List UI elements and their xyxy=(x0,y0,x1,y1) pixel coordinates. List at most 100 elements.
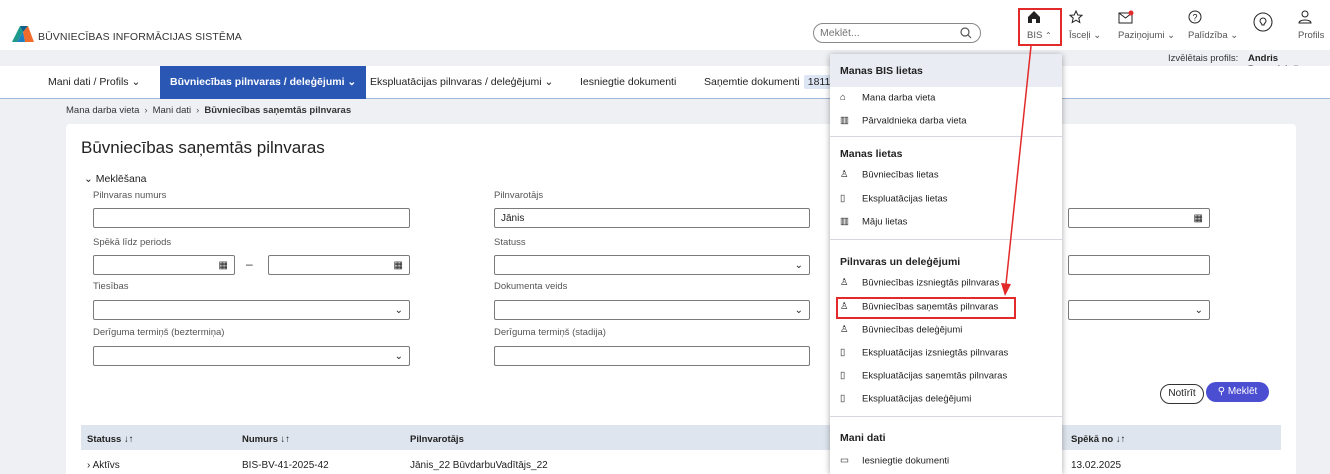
nav-sanemtie-dokumenti[interactable]: Saņemtie dokumenti 1811 xyxy=(694,66,844,99)
chevron-down-icon: ⌄ xyxy=(394,351,403,362)
chevron-right-icon[interactable]: › xyxy=(87,460,90,471)
dokumenta-veids-label: Dokumenta veids xyxy=(494,281,568,292)
content-card xyxy=(66,124,1296,474)
nav-iesniegtie-dokumenti[interactable]: Iesniegtie dokumenti xyxy=(570,66,686,99)
speka-lidz-from-input[interactable]: ▦ xyxy=(93,255,235,275)
building-icon: ▯ xyxy=(840,193,846,204)
table-row[interactable]: › Aktīvs BIS-BV-41-2025-42 Jānis_22 Būvd… xyxy=(81,452,1281,474)
nav-mani-dati[interactable]: Mani dati / Profils ⌄ xyxy=(38,66,150,99)
menu-item-ekspluatacijas-sanemtas[interactable]: ▯ Ekspluatācijas saņemtās pilnvaras xyxy=(840,369,1007,383)
calendar-icon[interactable]: ▦ xyxy=(1194,213,1203,224)
calendar-icon[interactable]: ▦ xyxy=(219,260,228,271)
breadcrumb-item[interactable]: Mani dati xyxy=(153,105,192,116)
menu-divider xyxy=(830,239,1062,240)
deriguma-beztermina-select[interactable]: ⌄ xyxy=(93,346,410,366)
main-nav: Mani dati / Profils ⌄ Būvniecības pilnva… xyxy=(0,66,1330,99)
notifications-button[interactable]: Paziņojumi ⌄ xyxy=(1118,10,1175,41)
search-input[interactable] xyxy=(820,26,960,40)
col-speka-no[interactable]: Spēkā no ↓↑ xyxy=(1071,434,1125,445)
table-header: Statuss ↓↑ Numurs ↓↑ Pilnvarotājs Spēkā … xyxy=(81,425,1281,450)
shortcuts-button[interactable]: Īsceļi ⌄ xyxy=(1068,9,1101,41)
profile-strip: Izvēlētais profils: Andris Paraudziņš xyxy=(0,50,1330,75)
menu-divider xyxy=(830,136,1062,137)
notifications-label: Paziņojumi xyxy=(1118,30,1165,41)
nav-buvniecibas-pilnvaras[interactable]: Būvniecības pilnvaras / deleģējumi ⌄ xyxy=(160,66,367,99)
dokumenta-veids-select[interactable]: ⌄ xyxy=(494,300,810,320)
menu-item-parvaldnieka-darba-vieta[interactable]: ▥ Pārvaldnieka darba vieta xyxy=(840,114,967,128)
search-icon: ⚲ xyxy=(1217,386,1226,397)
profile-button[interactable]: Profils xyxy=(1298,10,1324,41)
speka-lidz-to-input[interactable]: ▦ xyxy=(268,255,410,275)
profile-icon xyxy=(1298,10,1312,24)
chevron-down-icon: ⌄ xyxy=(394,305,403,316)
menu-item-buvniecibas-lietas[interactable]: ♙ Būvniecības lietas xyxy=(840,168,939,182)
chevron-down-icon: ⌄ xyxy=(794,260,803,271)
profile-label: Profils xyxy=(1298,30,1325,41)
breadcrumb-item[interactable]: Mana darba vieta xyxy=(66,105,139,116)
folder-icon: ▭ xyxy=(840,455,849,466)
tiesibas-label: Tiesības xyxy=(93,281,129,292)
building-icon: ▯ xyxy=(840,393,846,404)
search-icon[interactable] xyxy=(960,27,972,39)
chevron-down-icon: ⌄ xyxy=(1230,30,1239,41)
chevron-down-icon: ⌄ xyxy=(1093,30,1102,41)
menu-item-ekspluatacijas-izsniegtas[interactable]: ▯ Ekspluatācijas izsniegtās pilnvaras xyxy=(840,346,1008,360)
buildings-icon: ▥ xyxy=(840,216,849,227)
date-input[interactable]: ▦ xyxy=(1068,208,1210,228)
range-dash: – xyxy=(246,257,253,271)
menu-item-buvniecibas-izsniegtas[interactable]: ♙ Būvniecības izsniegtās pilnvaras xyxy=(840,276,999,290)
pilnvarotajs-label: Pilnvarotājs xyxy=(494,190,544,201)
bis-dropdown-menu: Manas BIS lietas ⌂ Mana darba vieta ▥ Pārv… xyxy=(830,54,1062,474)
help-button[interactable]: ? Palīdzība ⌄ xyxy=(1188,10,1238,41)
building-icon: ▯ xyxy=(840,370,846,381)
statuss-select[interactable]: ⌄ xyxy=(494,255,810,275)
deriguma-stadija-input[interactable] xyxy=(494,346,810,366)
extra-input[interactable] xyxy=(1068,255,1210,275)
search-section-toggle[interactable]: ⌄ Meklēšana xyxy=(84,173,147,185)
pilnvarotajs-input[interactable]: Jānis xyxy=(494,208,810,228)
page-title: Būvniecības saņemtās pilnvaras xyxy=(81,138,325,157)
calendar-icon[interactable]: ▦ xyxy=(394,260,403,271)
chevron-down-icon: ⌄ xyxy=(131,76,141,88)
selected-item-highlight xyxy=(836,297,1016,319)
menu-divider xyxy=(830,416,1062,417)
top-bar: BŪVNIECĪBAS INFORMĀCIJAS SISTĒMA BIS ⌃ Ī… xyxy=(0,0,1330,50)
star-icon xyxy=(1068,9,1084,24)
pilnvaras-numurs-label: Pilnvaras numurs xyxy=(93,190,167,201)
nav-ekspluatacijas-pilnvaras[interactable]: Ekspluatācijas pilnvaras / deleģējumi ⌄ xyxy=(360,66,563,99)
search-button[interactable]: ⚲ Meklēt xyxy=(1206,382,1269,402)
pilnvaras-numurs-input[interactable] xyxy=(93,208,410,228)
bis-highlight-box xyxy=(1018,8,1062,46)
ideas-button[interactable] xyxy=(1253,12,1273,35)
menu-section-mani-dati: Mani dati xyxy=(840,432,886,444)
row-statuss[interactable]: › Aktīvs xyxy=(87,460,120,471)
tiesibas-select[interactable]: ⌄ xyxy=(93,300,410,320)
profile-label-text: Izvēlētais profils: xyxy=(1168,53,1239,64)
col-statuss[interactable]: Statuss ↓↑ xyxy=(87,434,133,445)
col-pilnvarotajs: Pilnvarotājs xyxy=(410,434,464,445)
menu-item-iesniegtie-dokumenti[interactable]: ▭ Iesniegtie dokumenti xyxy=(840,454,949,468)
chevron-down-icon: ⌄ xyxy=(84,173,93,185)
clear-button[interactable]: Notīrīt xyxy=(1160,384,1204,404)
logo-text[interactable]: BŪVNIECĪBAS INFORMĀCIJAS SISTĒMA xyxy=(38,31,242,43)
menu-item-mana-darba-vieta[interactable]: ⌂ Mana darba vieta xyxy=(840,91,935,105)
menu-item-ekspluatacijas-lietas[interactable]: ▯ Ekspluatācijas lietas xyxy=(840,192,948,206)
chevron-down-icon: ⌄ xyxy=(347,76,357,88)
search-box[interactable] xyxy=(813,23,981,43)
menu-item-buvniecibas-delegejumi[interactable]: ♙ Būvniecības deleģējumi xyxy=(840,323,962,337)
buildings-icon: ▥ xyxy=(840,115,849,126)
building-icon: ▯ xyxy=(840,347,846,358)
chevron-down-icon: ⌄ xyxy=(1167,30,1176,41)
speka-lidz-label: Spēkā līdz periods xyxy=(93,237,172,248)
menu-item-maju-lietas[interactable]: ▥ Māju lietas xyxy=(840,215,907,229)
bis-logo-icon[interactable] xyxy=(12,26,34,42)
menu-item-ekspluatacijas-delegejumi[interactable]: ▯ Ekspluatācijas deleģējumi xyxy=(840,392,971,406)
mail-icon xyxy=(1118,10,1134,24)
breadcrumb-current: Būvniecības saņemtās pilnvaras xyxy=(204,105,352,116)
extra-select[interactable]: ⌄ xyxy=(1068,300,1210,320)
chevron-down-icon: ⌄ xyxy=(1194,305,1203,316)
breadcrumb: Mana darba vieta › Mani dati › Būvniecības s… xyxy=(66,105,351,116)
deriguma-stadija-label: Derīguma termiņš (stadija) xyxy=(494,327,606,338)
help-label: Palīdzība xyxy=(1188,30,1228,41)
col-numurs[interactable]: Numurs ↓↑ xyxy=(242,434,290,445)
